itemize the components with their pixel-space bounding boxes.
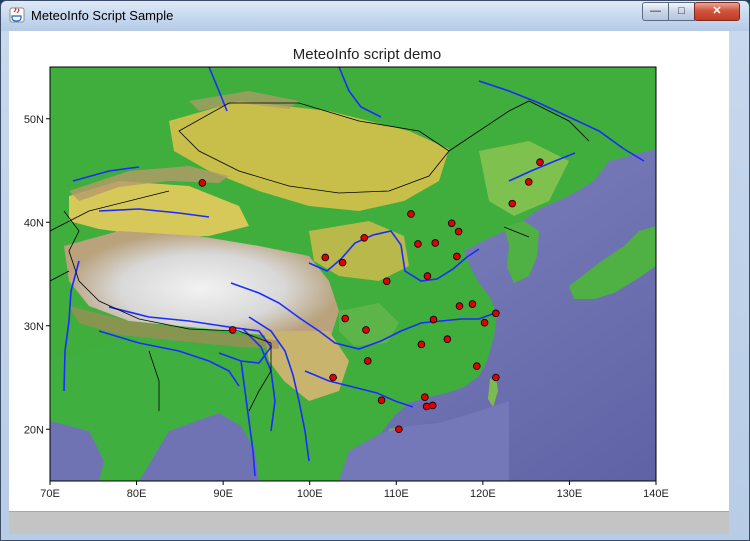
chart-panel: MeteoInfo script demo 70E 80E 90E 100E 1… [9, 31, 729, 511]
city-point [362, 326, 370, 334]
city-point [454, 227, 463, 236]
city-point [480, 318, 489, 327]
city-point [431, 239, 440, 247]
city-point [536, 158, 544, 167]
minimize-button[interactable]: — [642, 2, 669, 21]
x-tick-label: 90E [213, 488, 233, 500]
java-app-icon [9, 7, 25, 23]
y-tick-label: 30N [24, 321, 44, 333]
x-tick-label: 100E [297, 488, 323, 500]
y-tick-label: 20N [24, 424, 44, 436]
y-tick-label: 50N [24, 114, 44, 126]
city-point [329, 373, 337, 382]
city-point [423, 272, 432, 280]
city-point [377, 396, 386, 405]
city-point [428, 401, 437, 410]
city-point [421, 393, 429, 401]
window-title: MeteoInfo Script Sample [31, 8, 174, 23]
x-tick-label: 120E [470, 488, 496, 500]
city-point [447, 219, 456, 228]
x-axis: 70E 80E 90E 100E 110E 120E 130E 140E [40, 481, 669, 500]
maximize-button[interactable]: □ [668, 2, 695, 21]
city-point [524, 178, 533, 186]
city-point [228, 326, 237, 334]
city-point [508, 199, 517, 208]
city-point [492, 309, 500, 318]
city-point [414, 240, 422, 248]
city-point [198, 179, 207, 187]
map-chart[interactable]: 70E 80E 90E 100E 110E 120E 130E 140E 20N 30N 40N 5… [9, 31, 729, 511]
terrain-basemap [50, 67, 656, 481]
y-tick-label: 40N [24, 217, 44, 229]
city-point [360, 233, 369, 242]
status-strip [9, 511, 729, 534]
x-tick-label: 110E [384, 488, 409, 500]
y-axis: 20N 30N 40N 50N [24, 114, 50, 436]
x-tick-label: 140E [643, 488, 669, 500]
app-window: MeteoInfo Script Sample — □ ✕ MeteoInfo … [0, 0, 750, 541]
x-tick-label: 70E [40, 488, 60, 500]
city-point [443, 335, 452, 344]
city-point [417, 340, 426, 349]
x-tick-label: 80E [127, 488, 147, 500]
city-point [455, 302, 464, 310]
city-point [341, 314, 350, 323]
city-point [468, 300, 477, 308]
city-point [429, 315, 438, 324]
city-point [363, 357, 372, 365]
city-point [492, 373, 500, 382]
title-bar[interactable]: MeteoInfo Script Sample — □ ✕ [1, 1, 749, 31]
city-point [382, 277, 391, 286]
city-point [453, 252, 461, 261]
city-point [395, 425, 403, 434]
city-point [422, 402, 431, 411]
x-tick-label: 130E [557, 488, 583, 500]
city-point [472, 362, 481, 370]
city-point [321, 253, 330, 262]
close-button[interactable]: ✕ [694, 2, 740, 21]
city-point [407, 210, 415, 218]
city-point [338, 258, 347, 267]
